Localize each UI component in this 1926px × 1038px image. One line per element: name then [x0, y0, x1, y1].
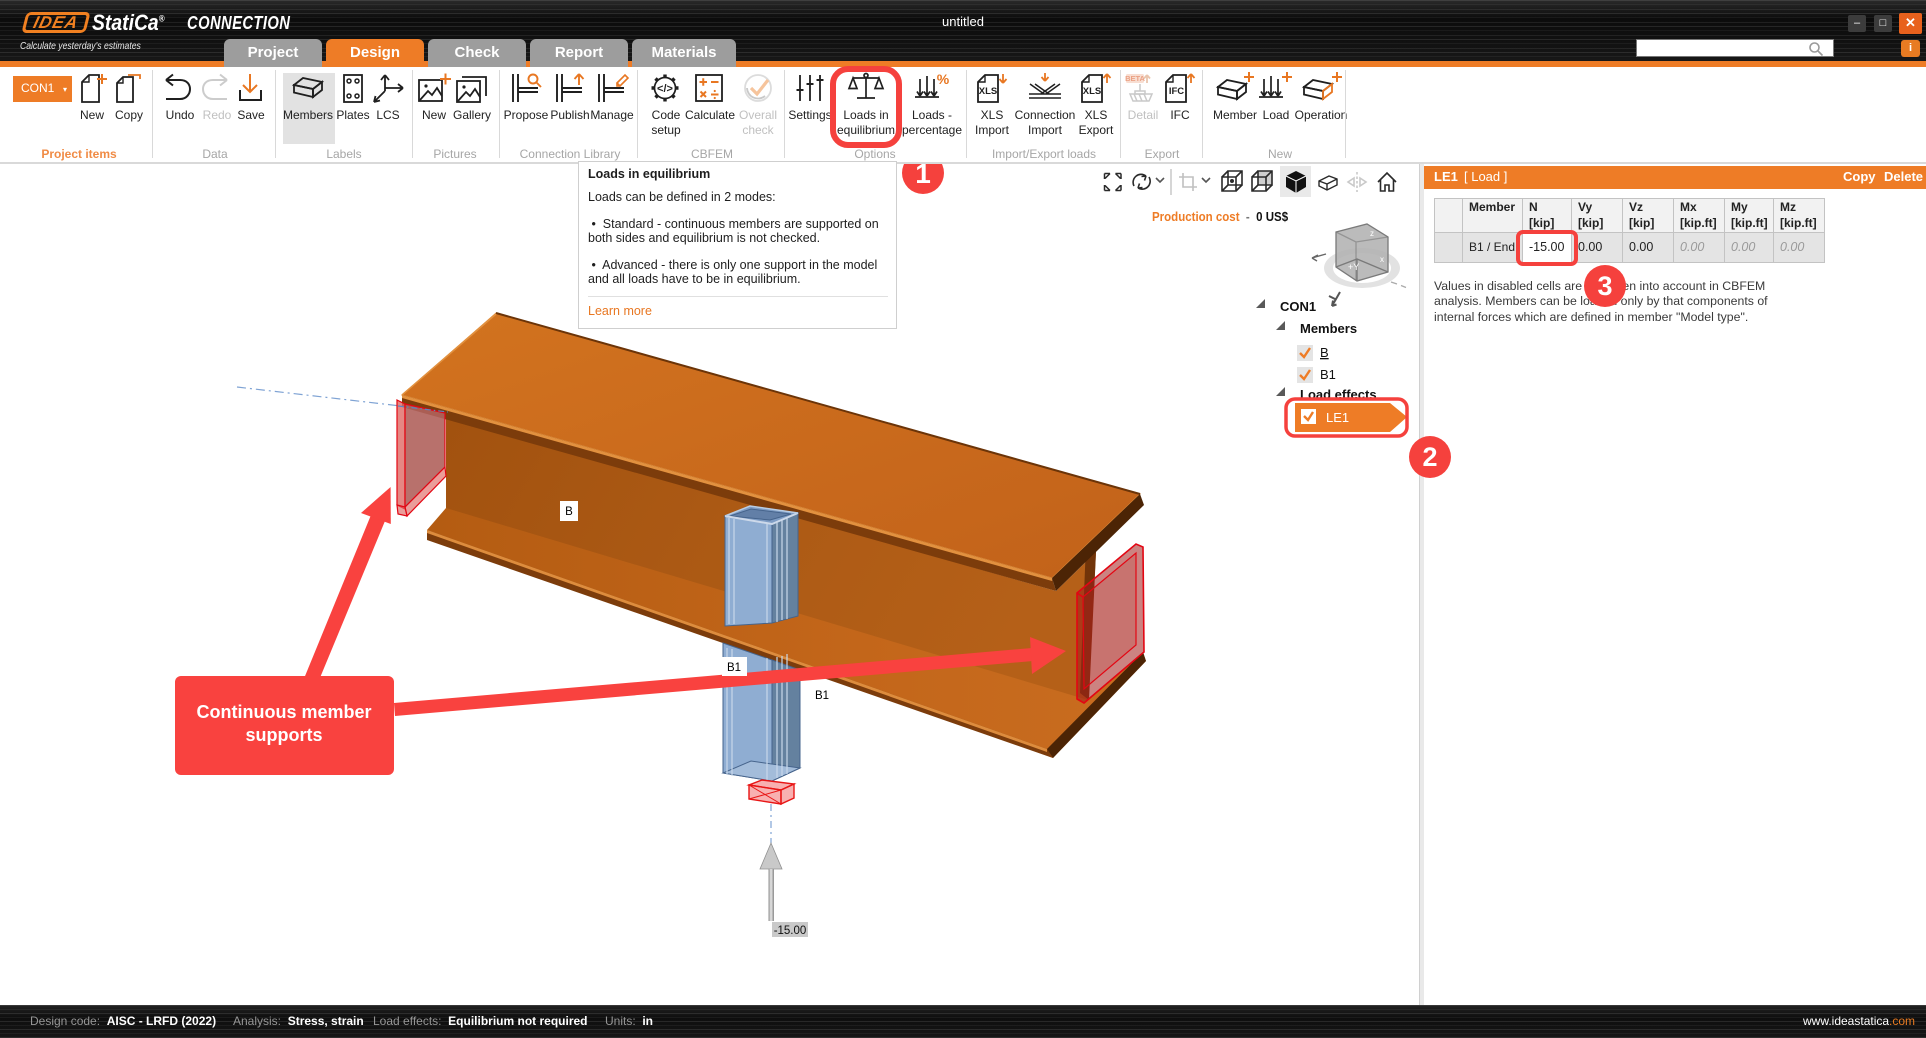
- svg-text:XLS: XLS: [979, 86, 997, 97]
- svg-text:-15.00: -15.00: [774, 925, 807, 937]
- svg-text:B: B: [565, 506, 573, 518]
- svg-text:z: z: [1370, 229, 1374, 238]
- svg-text:%: %: [937, 71, 950, 87]
- svg-text:</>: </>: [657, 83, 673, 95]
- svg-text:LE1: LE1: [1326, 410, 1349, 425]
- svg-text:BETA: BETA: [1125, 74, 1145, 83]
- svg-text:Members: Members: [1300, 321, 1357, 336]
- svg-text:supports: supports: [245, 725, 322, 745]
- svg-text:1: 1: [915, 164, 931, 189]
- svg-text:IFC: IFC: [1169, 86, 1184, 97]
- svg-text:Continuous member: Continuous member: [196, 702, 371, 722]
- svg-text:B1: B1: [1320, 367, 1336, 382]
- svg-text:B1: B1: [815, 690, 829, 702]
- svg-text:CON1: CON1: [1280, 299, 1316, 314]
- svg-text:x: x: [1380, 255, 1384, 264]
- svg-text:B: B: [1320, 345, 1329, 360]
- svg-text:XLS: XLS: [1083, 86, 1101, 97]
- svg-text:+Y: +Y: [1348, 262, 1359, 272]
- svg-text:B1: B1: [727, 662, 741, 674]
